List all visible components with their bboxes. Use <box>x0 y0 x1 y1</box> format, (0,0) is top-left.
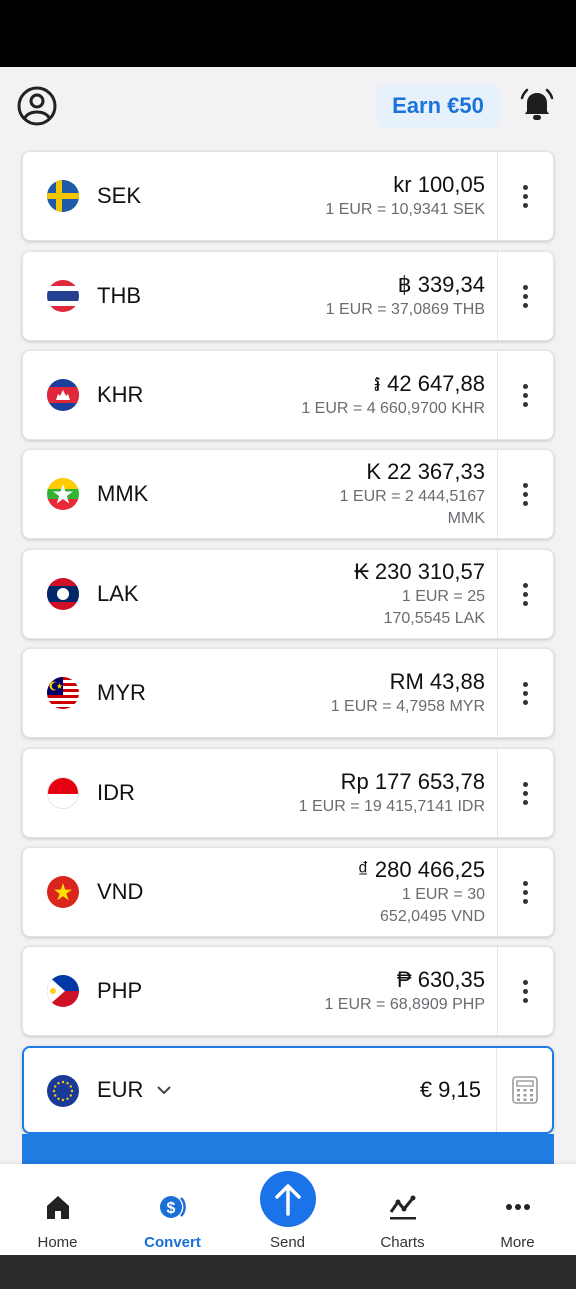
currency-amount[interactable]: ₭ 230 310,57 <box>354 558 485 586</box>
currency-values: ៛ 42 647,88 1 EUR = 4 660,9700 KHR <box>301 351 485 439</box>
more-vertical-icon[interactable] <box>497 749 553 837</box>
exchange-rate: 1 EUR = 68,8909 PHP <box>324 996 485 1013</box>
header: Earn €50 <box>0 67 576 147</box>
currency-values: kr 100,05 1 EUR = 10,9341 SEK <box>325 152 485 240</box>
currency-values: RM 43,88 1 EUR = 4,7958 MYR <box>331 649 485 737</box>
currency-card-khr[interactable]: KHR ៛ 42 647,88 1 EUR = 4 660,9700 KHR <box>22 350 554 440</box>
currency-amount[interactable]: K 22 367,33 <box>366 458 485 486</box>
currency-amount[interactable]: kr 100,05 <box>393 171 485 199</box>
currency-values: ฿ 339,34 1 EUR = 37,0869 THB <box>326 252 485 340</box>
chevron-down-icon <box>157 1086 172 1095</box>
base-currency-code: EUR <box>97 1077 144 1102</box>
base-values: € 9,15 <box>420 1048 481 1132</box>
more-vertical-icon[interactable] <box>497 450 553 538</box>
nav-charts-label: Charts <box>380 1234 425 1251</box>
send-button[interactable] <box>259 1171 316 1227</box>
currency-amount[interactable]: ៛ 42 647,88 <box>374 370 485 398</box>
sweden-flag-icon <box>47 180 79 212</box>
base-amount[interactable]: € 9,15 <box>420 1076 481 1104</box>
currency-code: KHR <box>97 382 144 407</box>
exchange-rate: 1 EUR = 30 652,0495 VND <box>380 886 485 925</box>
currency-amount[interactable]: ₫ 280 466,25 <box>357 856 485 884</box>
malaysia-flag-icon <box>47 677 79 709</box>
base-currency-card[interactable]: EUR € 9,15 <box>22 1046 554 1134</box>
eu-flag-icon <box>47 1075 79 1107</box>
exchange-rate: 1 EUR = 4,7958 MYR <box>330 698 485 715</box>
status-bar <box>0 0 576 67</box>
currency-card-sek[interactable]: SEK kr 100,05 1 EUR = 10,9341 SEK <box>22 151 554 241</box>
nav-home-label: Home <box>37 1234 78 1251</box>
more-vertical-icon[interactable] <box>497 152 553 240</box>
more-vertical-icon[interactable] <box>497 550 553 638</box>
currency-card-thb[interactable]: THB ฿ 339,34 1 EUR = 37,0869 THB <box>22 251 554 341</box>
myanmar-flag-icon <box>47 478 79 510</box>
bottom-nav: Home $ Convert Send Charts More <box>0 1164 576 1255</box>
keypad-bar <box>22 1134 554 1164</box>
currency-card-lak[interactable]: LAK ₭ 230 310,57 1 EUR = 25 170,5545 LAK <box>22 549 554 639</box>
exchange-rate: 1 EUR = 25 170,5545 LAK <box>383 588 485 627</box>
indonesia-flag-icon <box>47 777 79 809</box>
profile-icon[interactable] <box>16 85 58 127</box>
base-currency-selector[interactable]: EUR <box>97 1048 173 1132</box>
nav-send[interactable]: Send <box>230 1164 345 1255</box>
currency-code: PHP <box>97 978 143 1003</box>
thailand-flag-icon <box>47 280 79 312</box>
currency-values: ₱ 630,35 1 EUR = 68,8909 PHP <box>324 947 485 1035</box>
svg-text:$: $ <box>166 1200 175 1217</box>
cambodia-flag-icon <box>47 379 79 411</box>
currency-amount[interactable]: Rp 177 653,78 <box>341 768 485 796</box>
currency-code: SEK <box>97 183 142 208</box>
currency-card-php[interactable]: PHP ₱ 630,35 1 EUR = 68,8909 PHP <box>22 946 554 1036</box>
currency-card-mmk[interactable]: MMK K 22 367,33 1 EUR = 2 444,5167 MMK <box>22 449 554 539</box>
bell-icon[interactable] <box>517 86 557 126</box>
currency-values: ₭ 230 310,57 1 EUR = 25 170,5545 LAK <box>335 550 485 638</box>
nav-more-label: More <box>500 1234 535 1251</box>
currency-values: ₫ 280 466,25 1 EUR = 30 652,0495 VND <box>335 848 485 936</box>
exchange-rate: 1 EUR = 37,0869 THB <box>325 301 485 318</box>
nav-send-label: Send <box>269 1234 306 1251</box>
app-screen: Earn €50 SEK kr 100,05 1 EUR = 10,9341 S… <box>0 67 576 1255</box>
nav-convert[interactable]: $ Convert <box>115 1164 230 1255</box>
exchange-rate: 1 EUR = 19 415,7141 IDR <box>298 798 485 815</box>
currency-code: MMK <box>97 481 149 506</box>
more-vertical-icon[interactable] <box>497 252 553 340</box>
currency-card-myr[interactable]: MYR RM 43,88 1 EUR = 4,7958 MYR <box>22 648 554 738</box>
system-gesture-bar <box>0 1255 576 1289</box>
more-vertical-icon[interactable] <box>497 649 553 737</box>
laos-flag-icon <box>47 578 79 610</box>
chart-line-icon <box>389 1195 416 1220</box>
vietnam-flag-icon <box>47 876 79 908</box>
nav-more[interactable]: More <box>460 1164 575 1255</box>
currency-code: LAK <box>97 581 139 606</box>
currency-values: K 22 367,33 1 EUR = 2 444,5167 MMK <box>335 450 485 538</box>
philippines-flag-icon <box>47 975 79 1007</box>
convert-coin-icon: $ <box>159 1196 186 1218</box>
nav-home[interactable]: Home <box>0 1164 115 1255</box>
more-vertical-icon[interactable] <box>497 848 553 936</box>
earn-button[interactable]: Earn €50 <box>377 84 499 128</box>
exchange-rate: 1 EUR = 2 444,5167 MMK <box>339 488 485 527</box>
currency-amount[interactable]: ₱ 630,35 <box>397 966 485 994</box>
currency-code: MYR <box>97 680 146 705</box>
currency-code: VND <box>97 879 144 904</box>
currency-amount[interactable]: RM 43,88 <box>390 668 485 696</box>
more-vertical-icon[interactable] <box>497 351 553 439</box>
currency-code: IDR <box>97 780 135 805</box>
arrow-up-icon <box>274 1184 301 1216</box>
currency-amount[interactable]: ฿ 339,34 <box>398 271 485 299</box>
currency-values: Rp 177 653,78 1 EUR = 19 415,7141 IDR <box>299 749 485 837</box>
exchange-rate: 1 EUR = 4 660,9700 KHR <box>301 400 485 417</box>
home-icon <box>46 1196 69 1219</box>
nav-charts[interactable]: Charts <box>345 1164 460 1255</box>
calculator-icon[interactable] <box>496 1048 552 1132</box>
nav-convert-label: Convert <box>144 1234 201 1251</box>
currency-code: THB <box>97 283 141 308</box>
currency-card-vnd[interactable]: VND ₫ 280 466,25 1 EUR = 30 652,0495 VND <box>22 847 554 937</box>
more-vertical-icon[interactable] <box>497 947 553 1035</box>
more-horizontal-icon <box>505 1204 530 1210</box>
exchange-rate: 1 EUR = 10,9341 SEK <box>325 201 485 218</box>
currency-card-idr[interactable]: IDR Rp 177 653,78 1 EUR = 19 415,7141 ID… <box>22 748 554 838</box>
